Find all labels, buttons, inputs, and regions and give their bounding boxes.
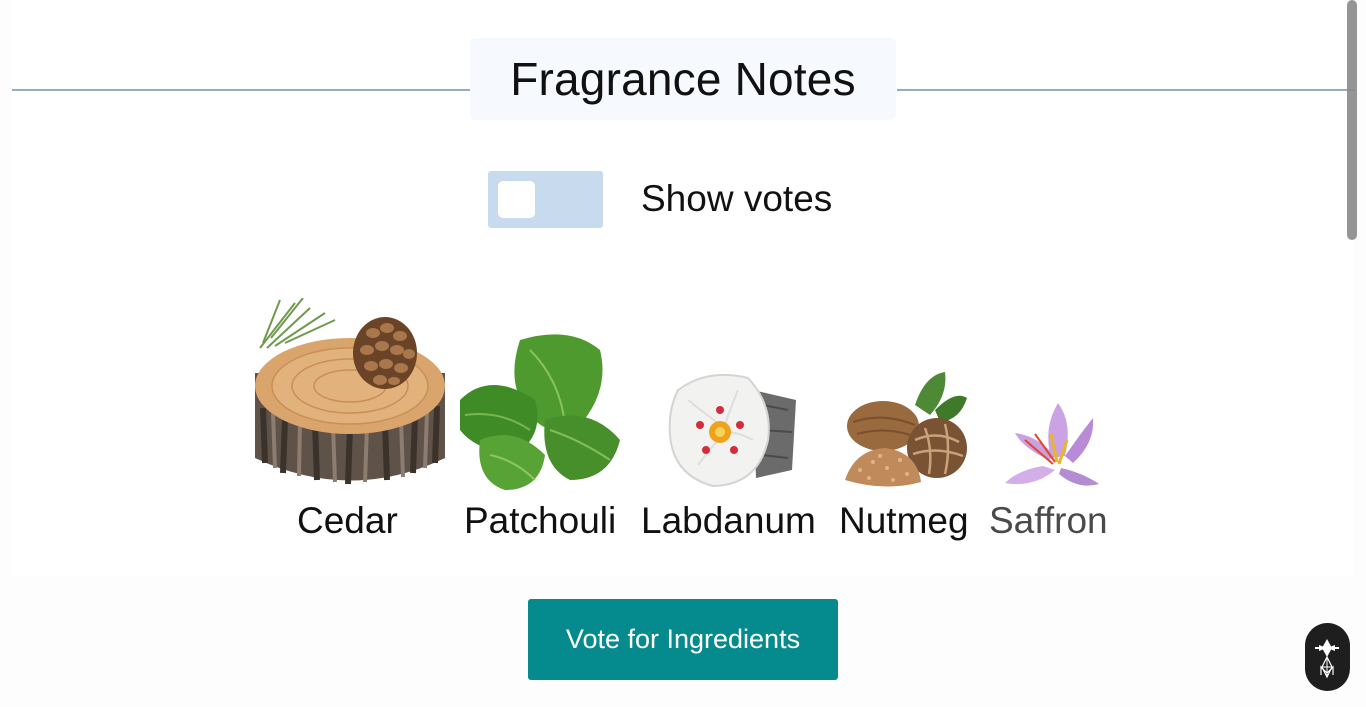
title-divider-left <box>12 89 470 91</box>
patchouli-leaf-icon <box>460 334 620 490</box>
saffron-flower-icon <box>1005 403 1099 486</box>
section-title-box: Fragrance Notes <box>470 38 896 120</box>
section-title: Fragrance Notes <box>510 53 856 105</box>
vote-for-ingredients-button[interactable]: Vote for Ingredients <box>528 599 838 680</box>
title-divider-right <box>897 89 1355 91</box>
show-votes-toggle[interactable] <box>488 171 603 228</box>
cedar-wood-icon <box>255 298 445 485</box>
note-label: Labdanum <box>641 500 816 541</box>
note-label: Nutmeg <box>839 500 969 541</box>
brand-logo-icon[interactable] <box>1305 623 1350 691</box>
page: Fragrance Notes Show votes Cedar Patchou… <box>0 0 1366 707</box>
note-label: Saffron <box>989 500 1108 541</box>
toggle-knob <box>498 181 535 218</box>
note-label: Cedar <box>297 500 398 541</box>
note-label: Patchouli <box>464 500 617 541</box>
show-votes-label: Show votes <box>641 178 833 219</box>
nutmeg-icon <box>845 372 967 487</box>
logo-glyph-icon <box>1315 639 1339 679</box>
labdanum-flower-icon <box>668 373 796 488</box>
scrollbar-thumb[interactable] <box>1347 0 1357 240</box>
